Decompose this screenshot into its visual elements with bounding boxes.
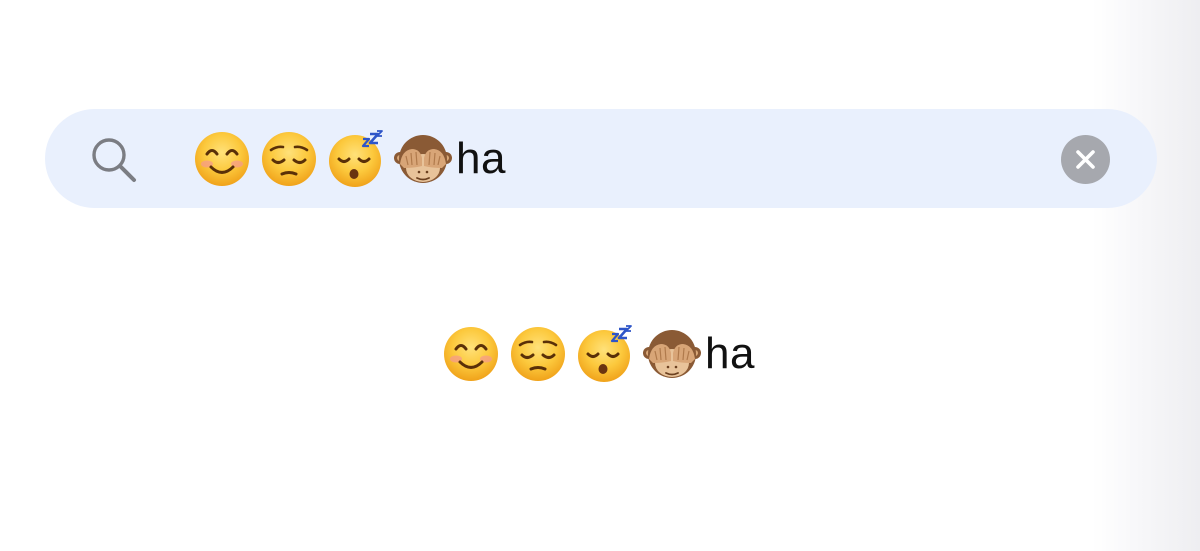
pensive-face-emoji-icon xyxy=(509,325,567,383)
close-icon xyxy=(1076,150,1095,169)
pensive-face-emoji-icon xyxy=(260,130,318,188)
smiling-face-emoji-icon xyxy=(193,130,251,188)
see-no-evil-monkey-emoji-icon xyxy=(394,130,452,188)
clear-search-button[interactable] xyxy=(1061,135,1110,184)
sleeping-face-emoji-icon xyxy=(327,130,385,188)
sleeping-face-emoji-icon xyxy=(576,325,634,383)
search-input[interactable]: ha xyxy=(193,129,506,189)
search-query-text: ha xyxy=(456,134,506,183)
search-icon xyxy=(92,138,136,182)
smiling-face-emoji-icon xyxy=(442,325,500,383)
see-no-evil-monkey-emoji-icon xyxy=(643,325,701,383)
preview-text: ha xyxy=(705,329,755,378)
preview-text-row: ha xyxy=(442,323,755,385)
